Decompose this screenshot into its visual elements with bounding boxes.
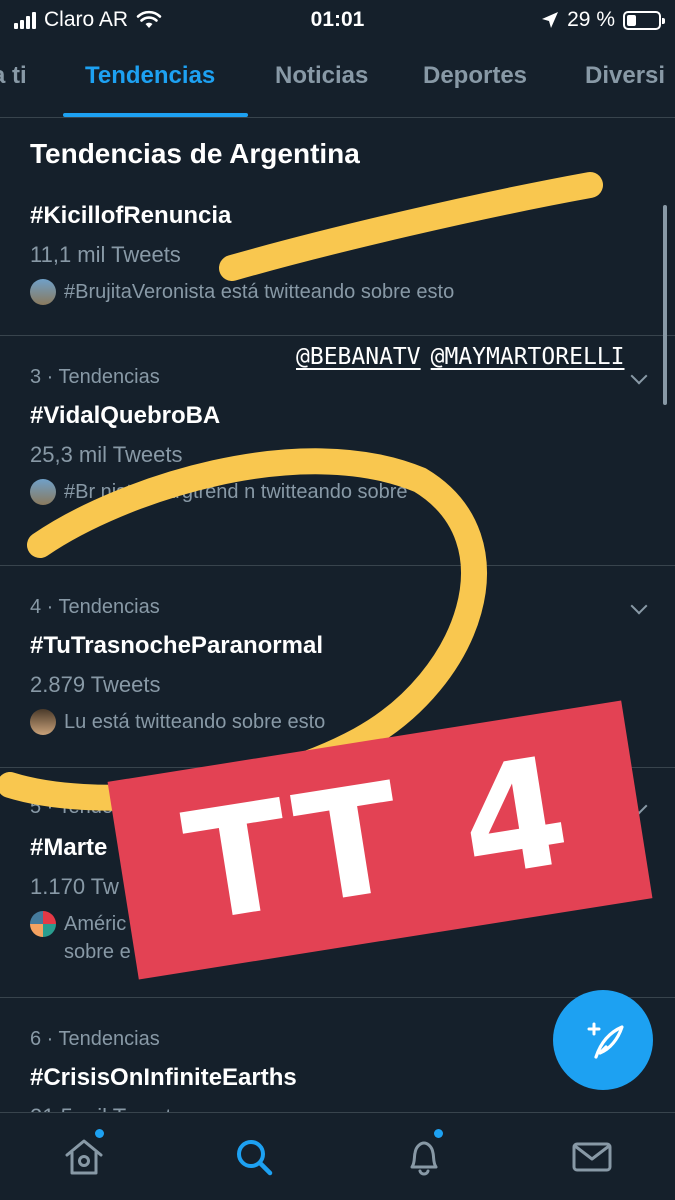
battery-percent: 29 % bbox=[567, 8, 615, 31]
notification-dot bbox=[95, 1129, 104, 1138]
trend-context-text: Lu está twitteando sobre esto bbox=[64, 711, 326, 733]
home-icon bbox=[65, 1139, 103, 1175]
trend-rank: 4 · Tendencias bbox=[30, 596, 160, 618]
chevron-down-icon[interactable] bbox=[630, 597, 648, 615]
mention-tag[interactable]: @MAYMARTORELLI bbox=[431, 344, 625, 370]
trend-name: #KicillofRenuncia bbox=[30, 202, 232, 229]
explore-tabs: a ti Tendencias Noticias Deportes Divers… bbox=[0, 40, 675, 118]
trend-context-text: #BrujitaVeronista está twitteando sobre … bbox=[64, 281, 455, 303]
tab-noticias[interactable]: Noticias bbox=[275, 62, 368, 90]
search-icon bbox=[237, 1140, 273, 1176]
trend-item[interactable]: 3 · Tendencias #VidalQuebroBA 25,3 mil T… bbox=[0, 336, 675, 566]
trend-name: #CrisisOnInfiniteEarths bbox=[30, 1064, 297, 1091]
avatar bbox=[30, 479, 56, 505]
messages-icon bbox=[572, 1142, 612, 1172]
trend-rank: 6 · Tendencias bbox=[30, 1028, 160, 1050]
trend-context-text: #Br nista y argtrend ‍n twitteando sobre bbox=[64, 481, 408, 503]
tab-deportes[interactable]: Deportes bbox=[423, 62, 527, 90]
trend-tweet-count: 1.170 Tw bbox=[30, 874, 119, 899]
nav-search[interactable] bbox=[232, 1135, 276, 1179]
battery-fill bbox=[627, 14, 636, 26]
trend-context: #Br nista y argtrend ‍n twitteando sobre bbox=[30, 478, 650, 506]
trend-context-text: Améric bbox=[64, 913, 127, 935]
nav-messages[interactable] bbox=[570, 1135, 614, 1179]
avatar bbox=[30, 911, 56, 937]
battery-icon bbox=[623, 10, 665, 30]
active-tab-indicator bbox=[63, 113, 248, 117]
status-bar: Claro AR 01:01 29 % bbox=[0, 0, 675, 40]
notifications-icon bbox=[410, 1141, 438, 1176]
avatar bbox=[30, 279, 56, 305]
trend-tweet-count: 11,1 mil Tweets bbox=[30, 242, 181, 267]
notification-dot bbox=[434, 1129, 443, 1138]
trend-name: #VidalQuebroBA bbox=[30, 402, 221, 429]
scrollbar[interactable] bbox=[663, 205, 667, 405]
trend-item[interactable]: #KicillofRenuncia 11,1 mil Tweets #Bruji… bbox=[0, 190, 675, 336]
trend-context: #BrujitaVeronista está twitteando sobre … bbox=[30, 278, 650, 306]
trend-tweet-count: 25,3 mil Tweets bbox=[30, 442, 183, 467]
nav-notifications[interactable] bbox=[402, 1129, 446, 1179]
compose-tweet-icon bbox=[587, 1022, 624, 1059]
nav-home[interactable] bbox=[62, 1129, 106, 1179]
tab-tendencias[interactable]: Tendencias bbox=[85, 62, 215, 90]
mention-tag[interactable]: @BEBANATV bbox=[296, 344, 421, 370]
location-arrow-icon bbox=[542, 12, 559, 28]
trend-name: #Marte bbox=[30, 834, 108, 861]
chevron-down-icon[interactable] bbox=[630, 367, 648, 385]
bottom-navigation bbox=[0, 1112, 675, 1200]
trend-name: #TuTrasnocheParanormal bbox=[30, 632, 323, 659]
trend-tweet-count: 2.879 Tweets bbox=[30, 672, 161, 697]
status-right: 29 % bbox=[541, 8, 665, 32]
tab-para-ti[interactable]: a ti bbox=[0, 62, 27, 90]
trend-rank: 3 · Tendencias bbox=[30, 366, 160, 388]
section-title: Tendencias de Argentina bbox=[30, 138, 360, 169]
tab-diversion[interactable]: Diversi bbox=[585, 62, 665, 90]
compose-tweet-button[interactable] bbox=[553, 990, 653, 1090]
avatar bbox=[30, 709, 56, 735]
story-mentions: @BEBANATV @MAYMARTORELLI bbox=[296, 344, 625, 370]
